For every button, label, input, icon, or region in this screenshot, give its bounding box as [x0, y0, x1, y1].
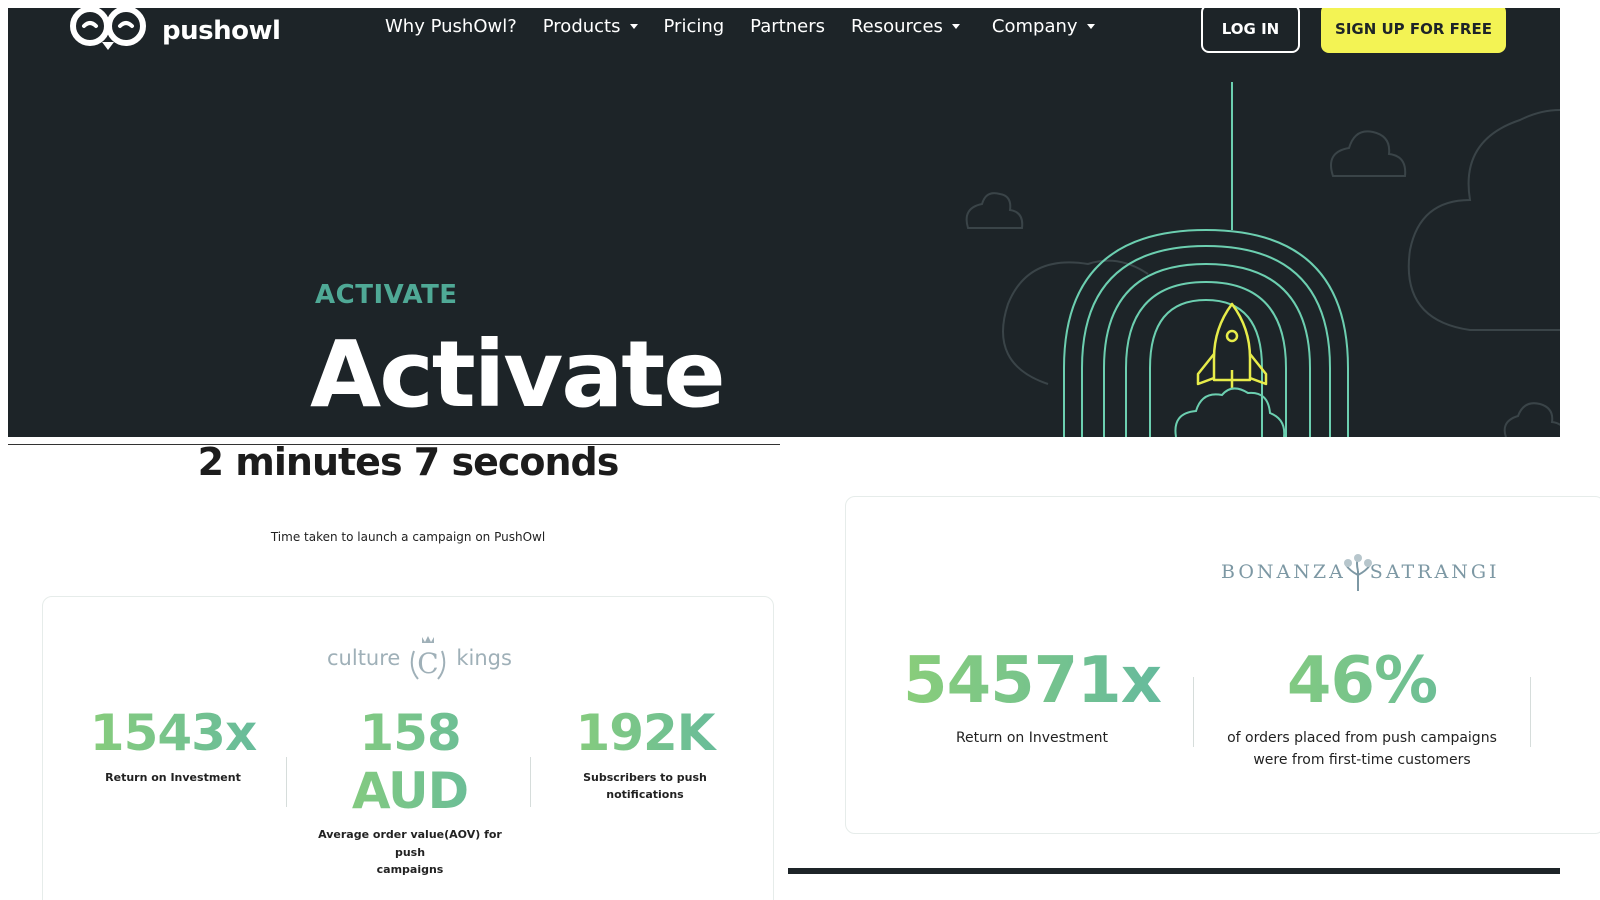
stat-value: 192K — [543, 704, 747, 763]
stat-roi: 1543x Return on Investment — [63, 704, 283, 786]
nav-label: Products — [542, 16, 621, 37]
stat-label: of orders placed from push campaigns — [1227, 729, 1497, 746]
stat-value: 158 — [305, 704, 515, 763]
nav-item-company[interactable]: Company — [992, 16, 1095, 37]
caret-down-icon — [951, 24, 960, 29]
launch-time-caption: Time taken to launch a campaign on PushO… — [270, 530, 546, 544]
nav-label: Partners — [750, 16, 825, 37]
hero-title: Activate — [310, 321, 726, 428]
nav-label: Pricing — [663, 16, 725, 37]
logo-word: kings — [456, 646, 512, 670]
stat-label: Return on Investment — [105, 770, 241, 784]
hero-eyebrow: ACTIVATE — [315, 280, 458, 310]
logo-mark: C — [418, 647, 439, 680]
stat-divider — [1193, 677, 1194, 747]
hero-section: pushowl Why PushOwl? Products Pricing Pa… — [8, 8, 1560, 437]
launch-time-stat: 2 minutes 7 seconds — [197, 440, 620, 484]
nav-label: Company — [991, 16, 1078, 37]
bonanza-satrangi-logo: BONANZA SATRANGI — [1221, 553, 1500, 591]
nav-item-why-pushowl[interactable]: Why PushOwl? — [385, 16, 517, 37]
logo-word: BONANZA — [1221, 561, 1346, 583]
stat-roi: 54571x Return on Investment — [882, 644, 1182, 749]
stat-label: campaigns — [376, 863, 444, 877]
stat-value-unit: AUD — [305, 762, 515, 821]
brand-name: pushowl — [162, 16, 281, 46]
stat-divider — [1530, 677, 1531, 747]
stat-label: Average order value(AOV) for push — [318, 828, 502, 859]
nav-item-products[interactable]: Products — [543, 16, 638, 37]
nav-item-partners[interactable]: Partners — [750, 16, 825, 37]
owl-logo-icon — [70, 8, 146, 50]
caret-down-icon — [629, 24, 638, 29]
caret-down-icon — [1086, 24, 1095, 29]
cloud-icon — [965, 109, 1560, 437]
rocket-illustration — [965, 82, 1560, 437]
main-nav: Why PushOwl? Products Pricing Partners R… — [385, 16, 1095, 37]
stat-value: 46% — [1212, 644, 1512, 719]
stat-divider — [530, 757, 531, 807]
section-bottom-bar — [788, 868, 1560, 874]
nav-item-resources[interactable]: Resources — [851, 16, 960, 37]
stat-divider — [286, 757, 287, 807]
stat-value: 1543x — [63, 704, 283, 763]
culture-kings-logo: culture C kings — [327, 633, 512, 683]
bonanza-satrangi-card: BONANZA SATRANGI 54571x Return on Invest… — [845, 496, 1600, 834]
stat-value: 54571x — [882, 644, 1182, 719]
signup-button[interactable]: SIGN UP FOR FREE — [1321, 8, 1506, 53]
logo-word: SATRANGI — [1369, 561, 1500, 583]
logo-word: culture — [327, 646, 401, 670]
stat-label: were from first-time customers — [1253, 751, 1471, 768]
stat-first-time-orders: 46% of orders placed from push campaigns… — [1212, 644, 1512, 771]
culture-kings-card: culture C kings 1543x Return on Investme… — [42, 596, 774, 900]
nav-label: Resources — [850, 16, 943, 37]
nav-label: Why PushOwl? — [385, 16, 517, 37]
stat-label: Return on Investment — [955, 729, 1109, 746]
brand-logo[interactable]: pushowl — [68, 8, 281, 58]
stat-aov: 158 AUD Average order value(AOV) for pus… — [305, 704, 515, 879]
nav-item-pricing[interactable]: Pricing — [664, 16, 725, 37]
stat-subscribers: 192K Subscribers to push notifications — [543, 704, 747, 804]
rocket-icon — [1196, 302, 1268, 388]
login-button[interactable]: LOG IN — [1201, 8, 1300, 53]
crest-icon: C — [411, 636, 446, 680]
stat-label: Subscribers to push notifications — [583, 770, 707, 802]
